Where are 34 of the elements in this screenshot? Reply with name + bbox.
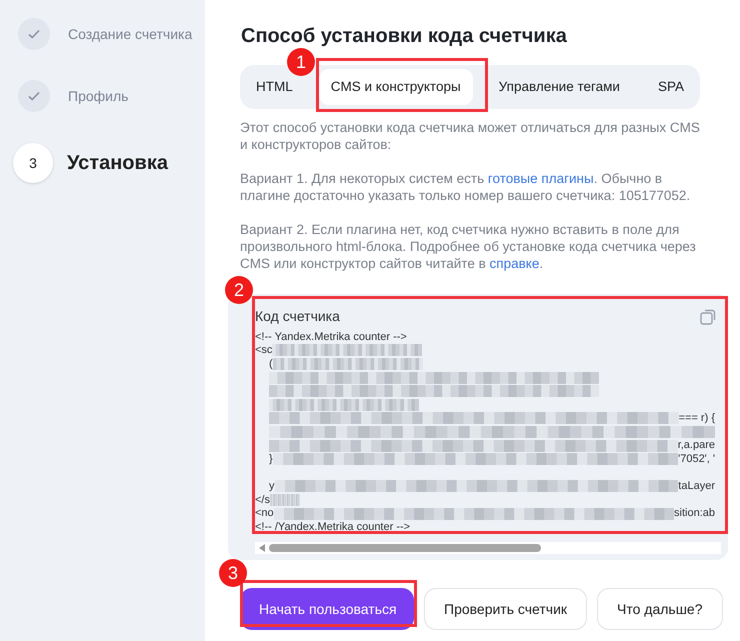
code-line: === r) { <box>678 411 715 426</box>
code-line: <no <box>255 506 274 522</box>
code-line: ( <box>269 356 273 372</box>
page-title: Способ установки кода счетчика <box>241 24 567 48</box>
code-line: sition:ab <box>674 506 715 522</box>
tab[interactable]: CMS и конструкторы <box>318 69 473 105</box>
code-line: '7052', ' <box>678 452 715 467</box>
scroll-left-icon[interactable] <box>259 544 265 552</box>
horizontal-scrollbar[interactable] <box>255 542 721 554</box>
code-line: <sc <box>255 343 272 358</box>
description-text: Вариант 1. Для некоторых систем есть готовые плагины. Обычно в плагине достаточно указать только номер вашего счетчика: 105177052. <box>240 170 692 204</box>
code-line: <!-- Yandex.Metrika counter --> <box>255 330 407 345</box>
secondary-button[interactable]: Что дальше? <box>597 588 722 630</box>
tab[interactable]: Управление тегами <box>486 69 632 105</box>
copy-icon[interactable] <box>700 308 716 324</box>
code-line: taLayer <box>678 479 715 494</box>
annotation-badge: 3 <box>219 559 247 587</box>
code-line: r,a.pare <box>678 438 715 454</box>
help-link[interactable]: готовые плагины <box>488 171 594 186</box>
annotation-badge: 2 <box>225 276 253 304</box>
code-line: y <box>269 479 274 494</box>
code-line: </s <box>255 492 270 508</box>
help-link[interactable]: справке <box>490 256 540 271</box>
code-line: } <box>269 452 273 467</box>
secondary-button[interactable]: Проверить счетчик <box>424 588 588 630</box>
step-label[interactable]: Установка <box>67 148 168 178</box>
tab[interactable]: SPA <box>646 69 696 105</box>
code-label: Код счетчика <box>255 307 340 326</box>
code-line: <!-- /Yandex.Metrika counter --> <box>255 520 410 534</box>
annotation-badge: 1 <box>287 48 315 76</box>
step-number: 3 <box>13 143 53 183</box>
description-text: Этот способ установки кода счетчика может отличаться для разных CMS и конструкторов сайтов: <box>240 119 701 153</box>
start-button[interactable]: Начать пользоваться <box>240 588 414 630</box>
description-text: Вариант 2. Если плагина нет, код счетчика нужно вставить в поле для произвольного html-блока. Подробнее об установке кода счетчика через CMS или конструктор сайтов читайте в справке. <box>240 221 697 272</box>
